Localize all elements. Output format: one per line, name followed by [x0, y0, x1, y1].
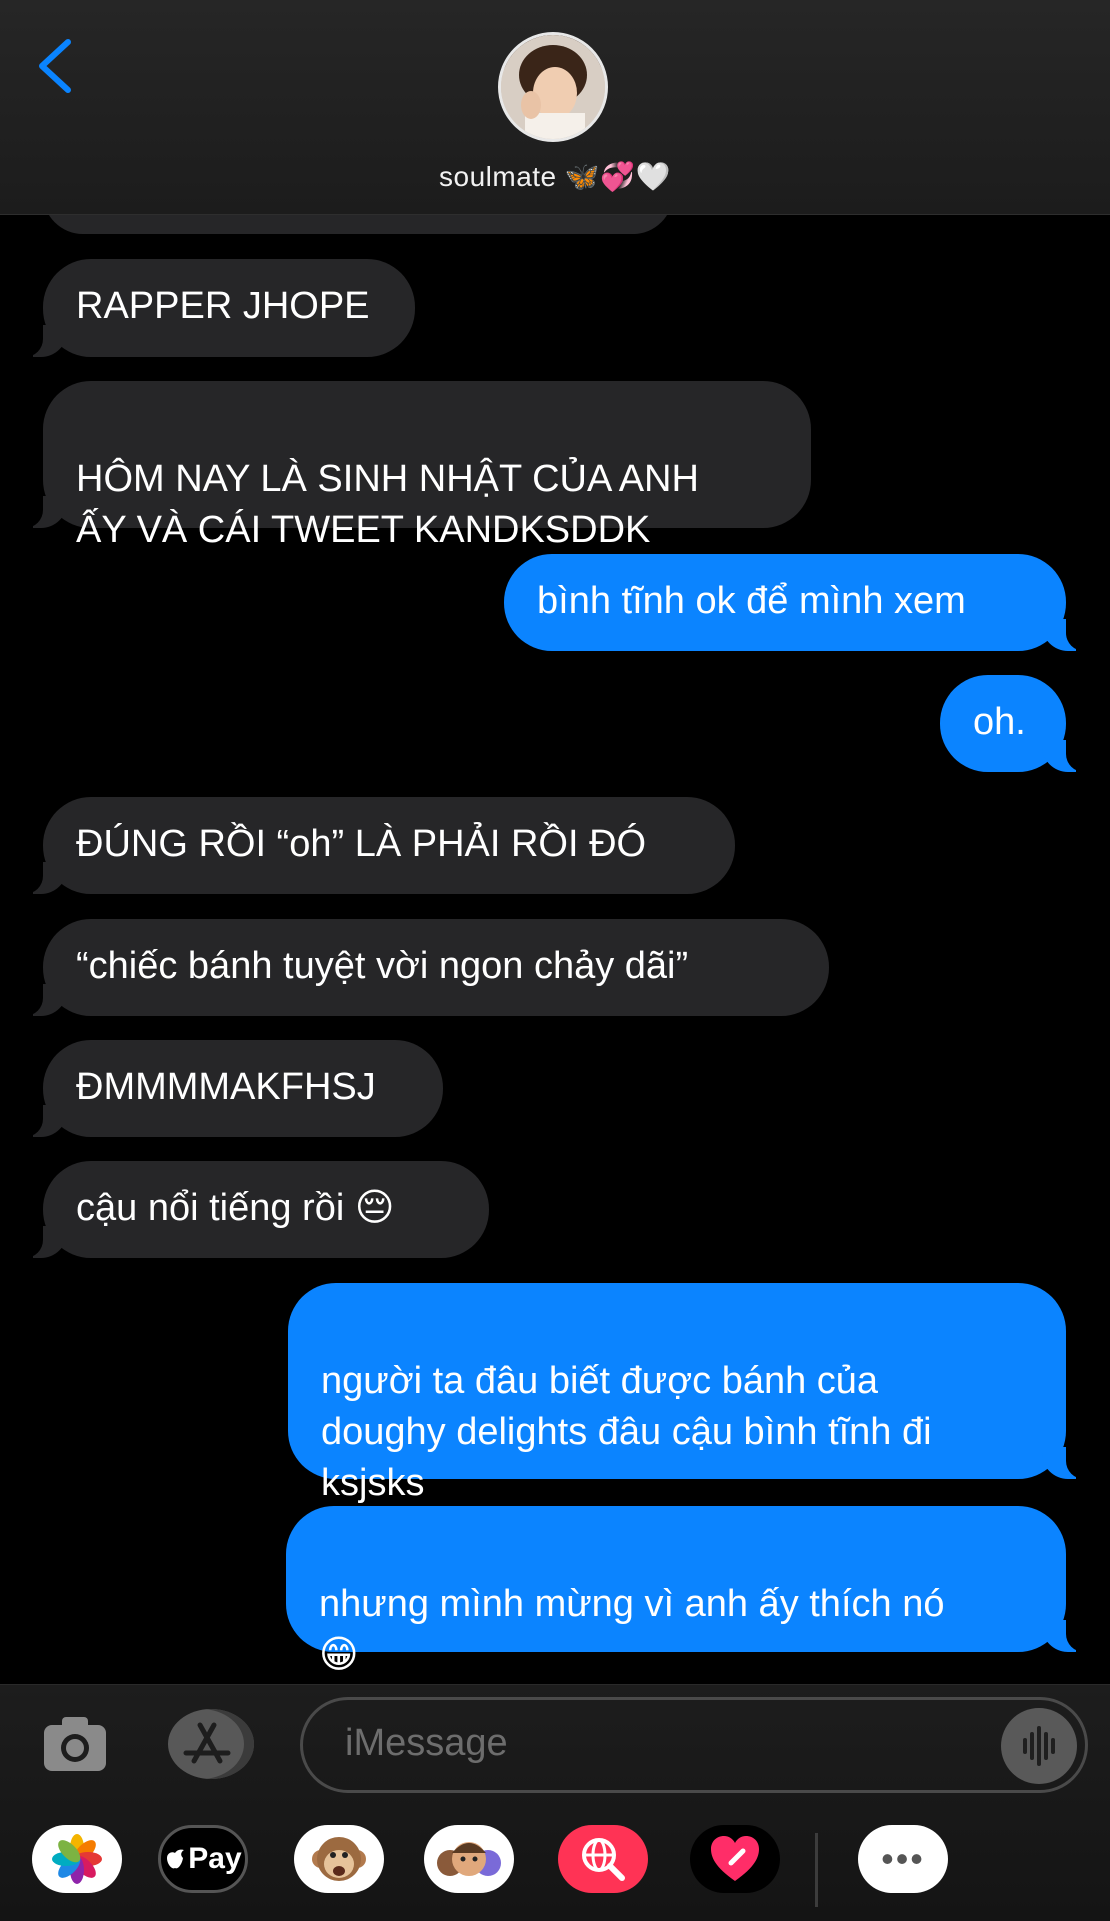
message-thread: RAPPER JHOPE HÔM NAY LÀ SINH NHẬT CỦA AN… — [0, 174, 1110, 1684]
incoming-message[interactable]: ĐMMMMAKFHSJ — [17, 1040, 443, 1137]
heart-icon — [711, 1836, 759, 1881]
apple-logo-icon — [167, 1849, 185, 1869]
incoming-message[interactable]: HÔM NAY LÀ SINH NHẬT CỦA ANH ẤY VÀ CÁI T… — [17, 381, 811, 551]
memoji-group-icon — [437, 1842, 501, 1876]
contact-name[interactable]: soulmate 🦋💞🤍 — [0, 160, 1110, 193]
digital-touch-button[interactable] — [690, 1825, 780, 1893]
more-apps-button[interactable]: ••• — [858, 1825, 948, 1893]
outgoing-message[interactable]: oh. — [940, 675, 1092, 772]
globe-search-icon — [582, 1838, 625, 1881]
outgoing-message[interactable]: bình tĩnh ok để mình xem — [504, 554, 1092, 651]
outgoing-message[interactable]: người ta đâu biết được bánh của doughy d… — [288, 1283, 1092, 1504]
animoji-button[interactable] — [294, 1825, 384, 1893]
incoming-message[interactable]: cậu nổi tiếng rồi 😔 — [17, 1161, 489, 1258]
incoming-message[interactable]: RAPPER JHOPE — [17, 259, 415, 357]
back-chevron-icon[interactable] — [30, 36, 80, 96]
message-text: nhưng mình mừng vì anh ấy thích nó 😁 — [319, 1583, 945, 1676]
photos-icon — [52, 1834, 102, 1884]
apple-pay-label: Pay — [188, 1842, 242, 1875]
avatar-photo-icon — [501, 35, 605, 139]
message-text: người ta đâu biết được bánh của doughy d… — [321, 1360, 932, 1504]
app-drawer: Pay ••• — [0, 1825, 1110, 1907]
photos-app-button[interactable] — [32, 1825, 122, 1893]
conversation-header: soulmate 🦋💞🤍 — [0, 0, 1110, 215]
contact-avatar[interactable] — [498, 32, 608, 142]
message-text: cậu nổi tiếng rồi 😔 — [76, 1187, 395, 1229]
camera-icon[interactable] — [40, 1709, 110, 1779]
message-text: ĐMMMMAKFHSJ — [76, 1066, 376, 1108]
app-store-icon — [183, 1722, 231, 1764]
audio-record-button[interactable] — [1001, 1708, 1077, 1784]
message-text: HÔM NAY LÀ SINH NHẬT CỦA ANH ẤY VÀ CÁI T… — [76, 458, 699, 551]
input-placeholder: iMessage — [345, 1722, 508, 1764]
incoming-message[interactable]: “chiếc bánh tuyệt vời ngon chảy dãi” — [17, 919, 829, 1016]
incoming-message[interactable]: ĐÚNG RỒI “oh” LÀ PHẢI RỒI ĐÓ — [17, 797, 735, 894]
message-text: “chiếc bánh tuyệt vời ngon chảy dãi” — [76, 945, 689, 987]
memoji-button[interactable] — [424, 1825, 514, 1893]
app-store-button[interactable] — [168, 1709, 254, 1779]
message-text: oh. — [973, 701, 1026, 743]
message-composer: iMessage Pay ••• — [0, 1684, 1110, 1921]
outgoing-message[interactable]: nhưng mình mừng vì anh ấy thích nó 😁 — [286, 1506, 1092, 1676]
apple-pay-button[interactable]: Pay — [158, 1825, 248, 1893]
waveform-icon — [1023, 1726, 1055, 1766]
imessage-input[interactable]: iMessage — [300, 1697, 1088, 1793]
message-text: ĐÚNG RỒI “oh” LÀ PHẢI RỒI ĐÓ — [76, 823, 647, 865]
message-text: bình tĩnh ok để mình xem — [537, 580, 966, 622]
message-text: RAPPER JHOPE — [76, 285, 370, 327]
more-icon: ••• — [881, 1838, 925, 1879]
monkey-face-icon — [312, 1837, 366, 1881]
app-drawer-divider — [815, 1833, 818, 1907]
web-search-button[interactable] — [558, 1825, 648, 1893]
